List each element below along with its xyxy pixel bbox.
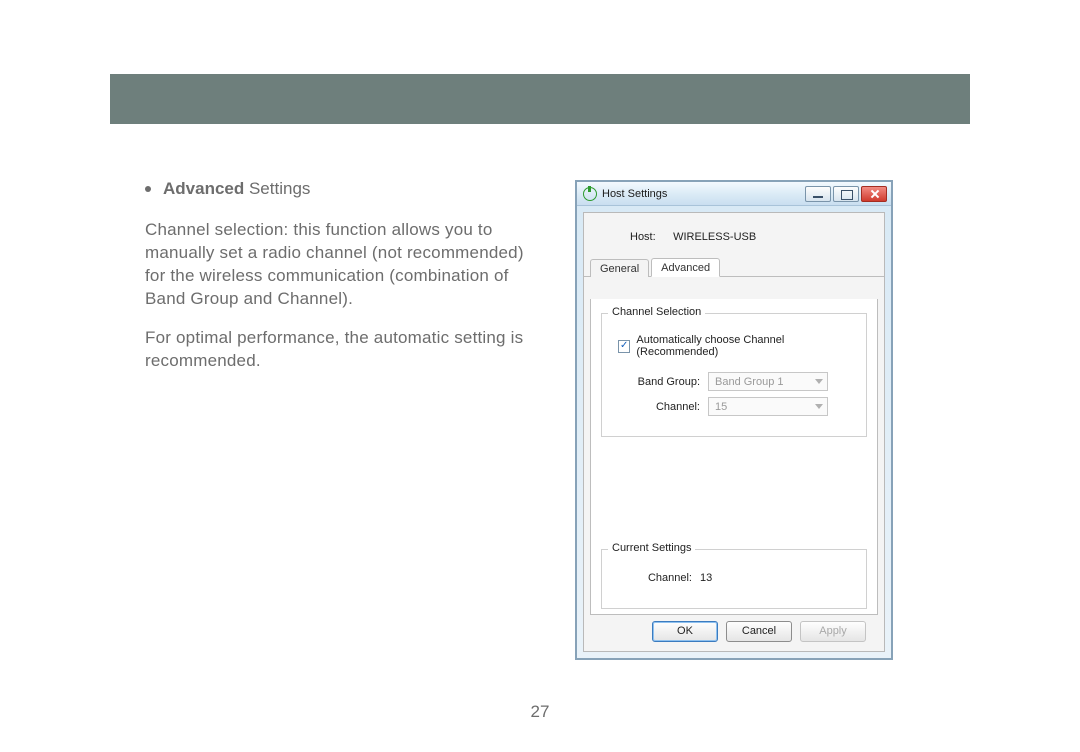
host-label: Host: (630, 231, 670, 243)
band-group-row: Band Group: Band Group 1 (636, 372, 856, 391)
tab-general[interactable]: General (590, 259, 649, 277)
host-row: Host: WIRELESS-USB (584, 213, 884, 257)
current-channel-row: Channel: 13 (642, 572, 856, 584)
window-title: Host Settings (602, 188, 803, 200)
maximize-button[interactable] (833, 186, 859, 202)
host-value: WIRELESS-USB (673, 231, 756, 243)
channel-row: Channel: 15 (636, 397, 856, 416)
check-icon: ✓ (620, 341, 628, 351)
group-title-current: Current Settings (608, 542, 695, 554)
header-bar (110, 74, 970, 124)
channel-value: 15 (715, 401, 727, 413)
channel-dropdown[interactable]: 15 (708, 397, 828, 416)
group-current-settings: Current Settings Channel: 13 (601, 549, 867, 609)
heading-bold: Advanced (163, 179, 244, 198)
group-channel-selection: Channel Selection ✓ Automatically choose… (601, 313, 867, 437)
band-group-value: Band Group 1 (715, 376, 784, 388)
auto-choose-label: Automatically choose Channel (Recommende… (636, 334, 856, 358)
current-channel-value: 13 (700, 572, 712, 584)
tab-advanced[interactable]: Advanced (651, 258, 720, 277)
titlebar[interactable]: Host Settings (577, 182, 891, 206)
heading-rest: Settings (244, 179, 310, 198)
page-number: 27 (0, 702, 1080, 722)
close-button[interactable] (861, 186, 887, 202)
dialog-body: Host: WIRELESS-USB General Advanced Chan… (583, 212, 885, 652)
band-group-label: Band Group: (636, 376, 708, 388)
auto-choose-row[interactable]: ✓ Automatically choose Channel (Recommen… (618, 334, 856, 358)
current-channel-label: Channel: (642, 572, 700, 584)
chevron-down-icon (815, 379, 823, 384)
cancel-button[interactable]: Cancel (726, 621, 792, 642)
tab-panel-advanced: Channel Selection ✓ Automatically choose… (590, 299, 878, 615)
group-title-channel-selection: Channel Selection (608, 306, 705, 318)
paragraph-1: Channel selection: this function allows … (145, 219, 525, 311)
dialog-button-bar: OK Cancel Apply (590, 617, 878, 645)
doc-text-column: Advanced Settings Channel selection: thi… (145, 178, 525, 389)
minimize-button[interactable] (805, 186, 831, 202)
auto-choose-checkbox[interactable]: ✓ (618, 340, 630, 353)
ok-button[interactable]: OK (652, 621, 718, 642)
host-settings-dialog: Host Settings Host: WIRELESS-USB General… (575, 180, 893, 660)
tab-strip: General Advanced (584, 257, 884, 277)
section-heading: Advanced Settings (163, 178, 310, 201)
paragraph-2: For optimal performance, the automatic s… (145, 327, 525, 373)
apply-button[interactable]: Apply (800, 621, 866, 642)
app-icon (583, 187, 597, 201)
bullet-icon (145, 186, 151, 192)
channel-label: Channel: (636, 401, 708, 413)
band-group-dropdown[interactable]: Band Group 1 (708, 372, 828, 391)
chevron-down-icon (815, 404, 823, 409)
